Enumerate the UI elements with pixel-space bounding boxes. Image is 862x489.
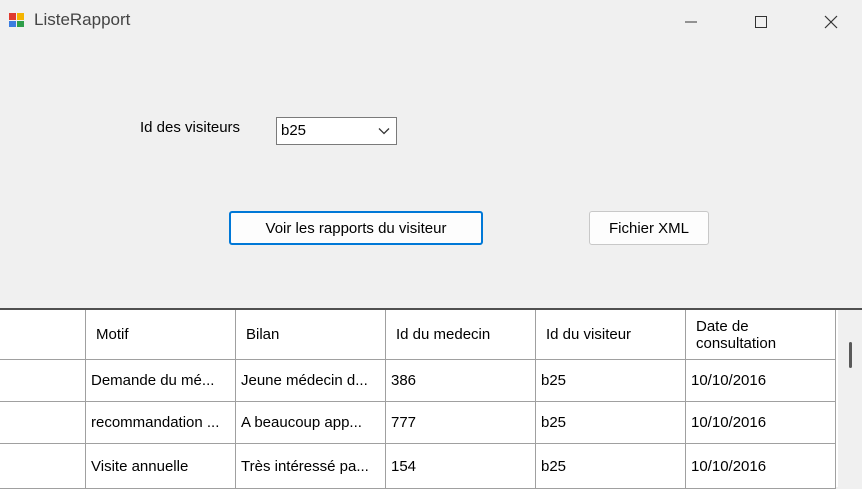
column-header-medecin-id[interactable]: Id du medecin bbox=[386, 310, 536, 360]
scrollbar-thumb[interactable] bbox=[849, 342, 852, 368]
visitor-id-label: Id des visiteurs bbox=[140, 119, 241, 136]
column-header-motif[interactable]: Motif bbox=[86, 310, 236, 360]
chevron-down-icon bbox=[378, 128, 390, 135]
table-cell[interactable]: 10/10/2016 bbox=[686, 444, 836, 489]
table-cell[interactable]: Visite annuelle bbox=[86, 444, 236, 489]
vertical-scrollbar[interactable] bbox=[838, 310, 862, 489]
table-cell[interactable]: 154 bbox=[386, 444, 536, 489]
window-title: ListeRapport bbox=[34, 10, 131, 29]
close-button[interactable] bbox=[808, 0, 854, 44]
row-header[interactable] bbox=[0, 444, 86, 489]
maximize-button[interactable] bbox=[738, 0, 784, 44]
maximize-icon bbox=[755, 16, 767, 28]
reports-grid[interactable]: Motif Bilan Id du medecin Id du visiteur… bbox=[0, 308, 862, 489]
table-cell[interactable]: A beaucoup app... bbox=[236, 402, 386, 444]
table-cell[interactable]: recommandation ... bbox=[86, 402, 236, 444]
table-cell[interactable]: Très intéressé pa... bbox=[236, 444, 386, 489]
table-cell[interactable]: b25 bbox=[536, 360, 686, 402]
table-cell[interactable]: 386 bbox=[386, 360, 536, 402]
minimize-icon bbox=[685, 21, 697, 23]
column-header-visiteur-id[interactable]: Id du visiteur bbox=[536, 310, 686, 360]
title-bar: ListeRapport bbox=[0, 0, 862, 44]
row-header[interactable] bbox=[0, 402, 86, 444]
table-cell[interactable]: 10/10/2016 bbox=[686, 360, 836, 402]
corner-header bbox=[0, 310, 86, 360]
app-icon bbox=[9, 13, 24, 27]
table-cell[interactable]: b25 bbox=[536, 444, 686, 489]
minimize-button[interactable] bbox=[668, 0, 714, 44]
table-cell[interactable]: Jeune médecin d... bbox=[236, 360, 386, 402]
column-header-date[interactable]: Date de consultation bbox=[686, 310, 836, 360]
table-cell[interactable]: 10/10/2016 bbox=[686, 402, 836, 444]
visitor-id-value: b25 bbox=[281, 122, 307, 139]
visitor-id-select[interactable]: b25 bbox=[276, 117, 397, 145]
xml-file-button[interactable]: Fichier XML bbox=[589, 211, 709, 245]
close-icon bbox=[824, 15, 838, 29]
view-reports-button[interactable]: Voir les rapports du visiteur bbox=[229, 211, 483, 245]
row-header[interactable] bbox=[0, 360, 86, 402]
table-cell[interactable]: 777 bbox=[386, 402, 536, 444]
table-cell[interactable]: b25 bbox=[536, 402, 686, 444]
column-header-bilan[interactable]: Bilan bbox=[236, 310, 386, 360]
table-cell[interactable]: Demande du mé... bbox=[86, 360, 236, 402]
